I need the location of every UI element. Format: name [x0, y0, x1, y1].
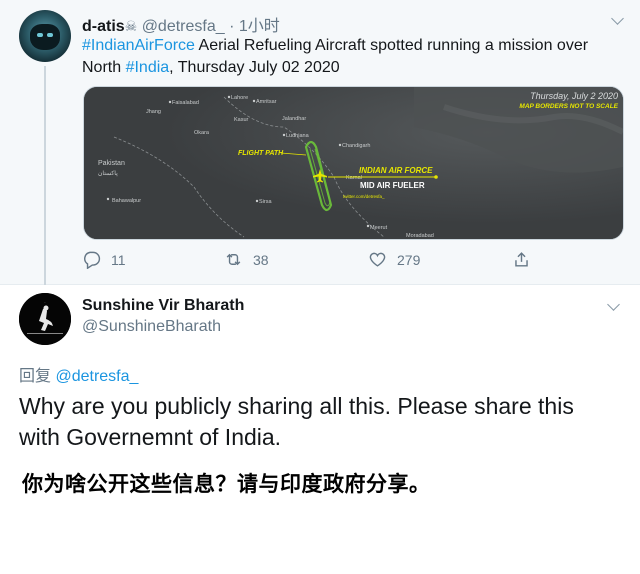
map-place: Jalandhar: [282, 116, 306, 122]
retweet-count: 38: [253, 251, 269, 268]
map-image: Thursday, July 2 2020 MAP BORDERS NOT TO…: [84, 87, 623, 239]
reply-icon: [84, 251, 101, 269]
flight-path-label: FLIGHT PATH: [238, 150, 284, 157]
tweet-text: #IndianAirForce Aerial Refueling Aircraf…: [82, 37, 589, 76]
chevron-down-icon[interactable]: [607, 298, 620, 311]
map-place: Kasur: [234, 117, 249, 123]
tweet-reply[interactable]: · Sunshine Vir Bharath @SunshineBharath …: [0, 285, 640, 574]
callout-line2: MID AIR FUELER: [360, 181, 425, 190]
map-place: پاکستان: [98, 170, 118, 177]
tweet-actions: 11 38 279: [82, 250, 542, 272]
chevron-down-icon[interactable]: [611, 12, 624, 25]
translation-caption: 你为啥公开这些信息？请与印度政府分享。: [22, 473, 431, 496]
avatar[interactable]: ·: [19, 293, 71, 345]
map-place: Faisalabad: [172, 100, 199, 106]
share-button[interactable]: [512, 250, 541, 269]
callout-line1: INDIAN AIR FORCE: [359, 166, 433, 175]
timestamp[interactable]: 1小时: [239, 18, 280, 35]
heart-icon: [369, 252, 386, 267]
map-place: Amritsar: [256, 99, 277, 105]
map-place: Bahawalpur: [112, 198, 141, 204]
hashtag-link[interactable]: #IndianAirForce: [82, 37, 195, 54]
map-place: Moradabad: [406, 233, 434, 239]
like-button[interactable]: 279: [368, 250, 420, 269]
map-disclaimer: MAP BORDERS NOT TO SCALE: [519, 103, 618, 110]
replying-to: 回复 @detresfa_: [19, 368, 139, 385]
map-credit: twitter.com/detresfa_: [343, 194, 385, 199]
svg-text:·: ·: [44, 301, 45, 305]
map-place: Meerut: [370, 225, 388, 231]
avatar[interactable]: [19, 10, 71, 62]
avatar-figure: [30, 24, 60, 50]
retweet-icon: [226, 253, 241, 266]
reply-mention-link[interactable]: @detresfa_: [55, 368, 138, 385]
map-place: Okara: [194, 130, 210, 136]
tweet-original[interactable]: d-atis☠ @detresfa_ · 1小时 #IndianAirForce…: [0, 0, 640, 288]
map-place: Sirsa: [259, 199, 272, 205]
map-place: Chandigarh: [342, 143, 370, 149]
reply-button[interactable]: 11: [82, 250, 126, 269]
display-name[interactable]: Sunshine Vir Bharath: [82, 297, 244, 315]
map-date-label: Thursday, July 2 2020: [530, 91, 618, 101]
tweet-header: d-atis☠ @detresfa_ · 1小时: [82, 12, 280, 36]
retweet-button[interactable]: 38: [224, 250, 269, 269]
hashtag-link[interactable]: #India: [126, 59, 170, 76]
map-place: Ludhiana: [286, 133, 310, 139]
display-name[interactable]: d-atis: [82, 18, 125, 35]
separator-dot: ·: [229, 18, 235, 35]
map-place: Lahore: [231, 95, 248, 101]
thread-connector-line: [44, 66, 46, 288]
map-place: Pakistan: [98, 160, 125, 167]
user-handle[interactable]: @SunshineBharath: [82, 318, 221, 336]
map-place: Jhang: [146, 109, 161, 115]
share-icon: [515, 252, 528, 267]
tweet-text: Why are you publicly sharing all this. P…: [19, 393, 574, 450]
reply-count: 11: [111, 251, 126, 268]
tweet-media-map[interactable]: Thursday, July 2 2020 MAP BORDERS NOT TO…: [83, 86, 624, 240]
like-count: 279: [397, 251, 421, 268]
user-handle[interactable]: @detresfa_: [142, 18, 225, 35]
skull-crossbones-icon: ☠: [124, 18, 138, 34]
